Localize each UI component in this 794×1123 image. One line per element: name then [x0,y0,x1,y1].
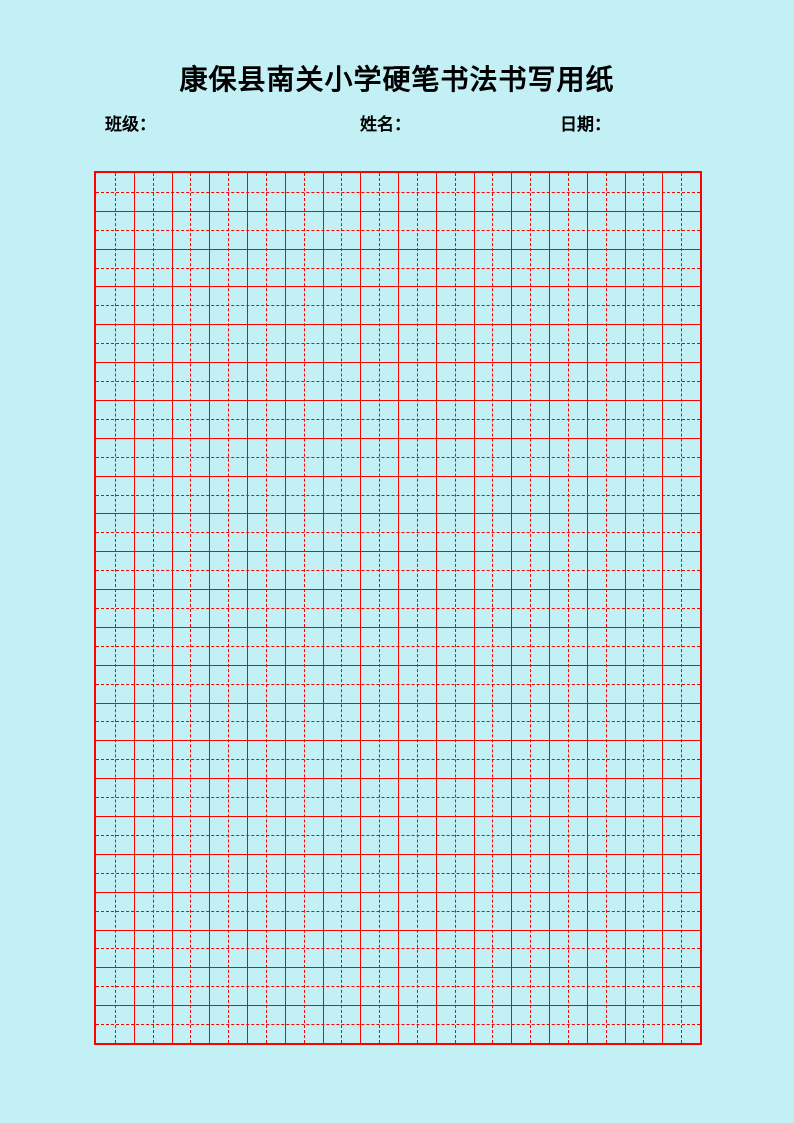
grid-hline [96,816,700,817]
grid-hdash [96,457,700,458]
grid-hdash [96,759,700,760]
grid-hdash [96,1024,700,1025]
grid-hline [96,930,700,931]
grid-hline [96,854,700,855]
info-row: 班级： 姓名： 日期： [0,110,794,135]
grid-hdash [96,797,700,798]
grid-hline [96,249,700,250]
grid-hdash [96,948,700,949]
writing-grid [94,171,702,1045]
grid-hline [96,476,700,477]
grid-hdash [96,986,700,987]
grid-hdash [96,646,700,647]
grid-hdash [96,305,700,306]
date-label: 日期： [560,110,689,135]
grid-hline [96,1005,700,1006]
grid-hdash [96,835,700,836]
grid-hdash [96,684,700,685]
grid-hline [96,324,700,325]
grid-hline [96,551,700,552]
page-container: 康保县南关小学硬笔书法书写用纸 班级： 姓名： 日期： [0,0,794,1123]
grid-hdash [96,608,700,609]
grid-hline [96,589,700,590]
grid-hdash [96,532,700,533]
name-label: 姓名： [360,110,560,135]
class-label: 班级： [105,110,360,135]
grid-hline [96,362,700,363]
grid-hdash [96,419,700,420]
grid-hline [96,665,700,666]
grid-hline [96,967,700,968]
grid-hline [96,778,700,779]
grid-hline [96,286,700,287]
grid-hdash [96,230,700,231]
grid-hdash [96,192,700,193]
grid-hline [96,400,700,401]
grid-hdash [96,873,700,874]
grid-hdash [96,495,700,496]
grid-hline [96,892,700,893]
grid-hline [96,627,700,628]
grid-inner [96,173,700,1043]
grid-hline [96,740,700,741]
grid-hdash [96,570,700,571]
grid-hline [96,438,700,439]
grid-hdash [96,911,700,912]
grid-hdash [96,721,700,722]
grid-hdash [96,268,700,269]
grid-hdash [96,381,700,382]
page-title: 康保县南关小学硬笔书法书写用纸 [0,58,794,98]
grid-hline [96,513,700,514]
grid-hline [96,211,700,212]
grid-hdash [96,343,700,344]
grid-hline [96,703,700,704]
